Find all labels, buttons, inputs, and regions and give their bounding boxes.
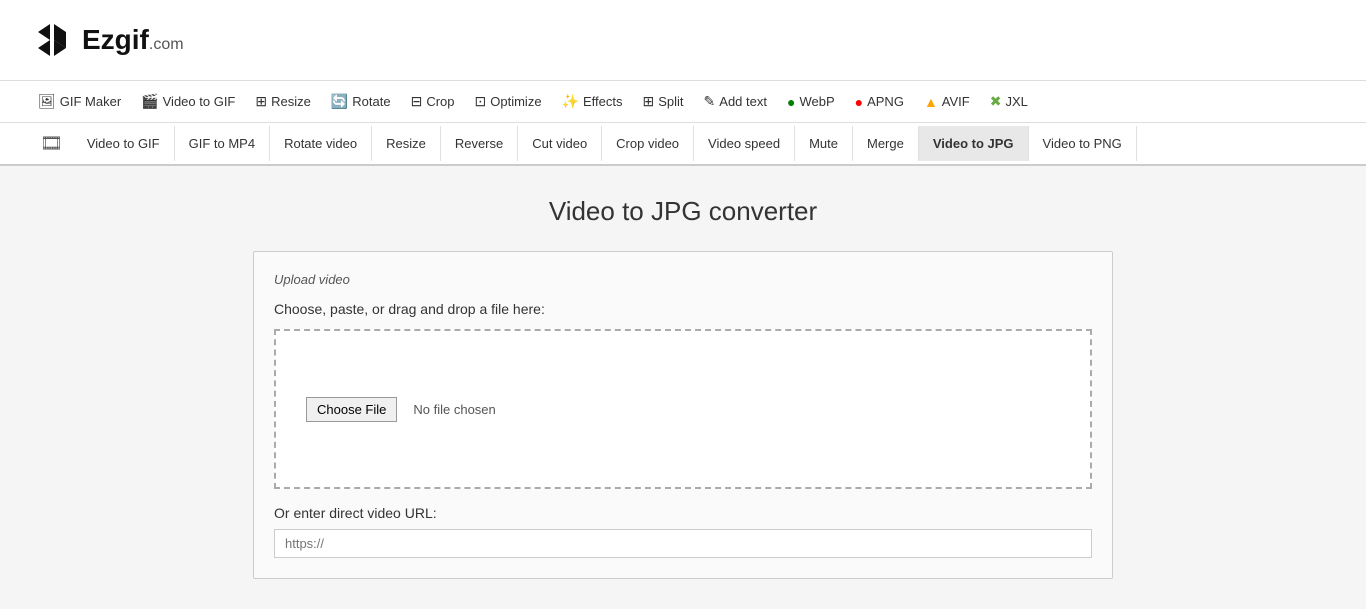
nav-gif-maker[interactable]: 🖼 GIF Maker (30, 89, 129, 114)
film-icon: 🎞 (30, 123, 73, 164)
no-file-text: No file chosen (413, 402, 495, 417)
subnav-merge[interactable]: Merge (853, 126, 919, 161)
effects-icon: ✨ (562, 93, 579, 110)
subnav-video-to-gif[interactable]: Video to GIF (73, 126, 175, 161)
subnav-mute[interactable]: Mute (795, 126, 853, 161)
apng-icon: ● (855, 94, 863, 110)
logo-text: Ezgif.com (82, 24, 184, 56)
subnav-resize[interactable]: Resize (372, 126, 441, 161)
nav-crop[interactable]: ⊟ Crop (403, 89, 463, 114)
video-to-gif-icon: 🎬 (141, 93, 158, 110)
subnav-rotate-video[interactable]: Rotate video (270, 126, 372, 161)
url-label: Or enter direct video URL: (274, 505, 1092, 521)
nav-apng[interactable]: ● APNG (847, 90, 912, 114)
header: Ezgif.com (0, 0, 1366, 81)
webp-icon: ● (787, 94, 795, 110)
split-icon: ⊞ (643, 93, 655, 110)
subnav-video-to-jpg[interactable]: Video to JPG (919, 126, 1029, 161)
nav-split[interactable]: ⊞ Split (635, 89, 692, 114)
logo-area: Ezgif.com (30, 18, 1336, 62)
nav-webp[interactable]: ● WebP (779, 90, 843, 114)
gif-maker-icon: 🖼 (38, 93, 56, 110)
file-input-label[interactable]: Choose File No file chosen (306, 397, 496, 422)
main-content: Video to JPG converter Upload video Choo… (233, 196, 1133, 579)
subnav-gif-to-mp4[interactable]: GIF to MP4 (175, 126, 270, 161)
resize-icon: ⊞ (255, 93, 267, 110)
add-text-icon: ✎ (704, 93, 716, 110)
crop-icon: ⊟ (411, 93, 423, 110)
subnav-video-speed[interactable]: Video speed (694, 126, 795, 161)
subnav-video-to-png[interactable]: Video to PNG (1029, 126, 1137, 161)
jxl-icon: ✖ (990, 93, 1002, 110)
upload-box-title: Upload video (274, 272, 1092, 287)
drop-area[interactable]: Choose File No file chosen (274, 329, 1092, 489)
optimize-icon: ⊡ (475, 93, 487, 110)
nav-effects[interactable]: ✨ Effects (554, 89, 631, 114)
subnav-crop-video[interactable]: Crop video (602, 126, 694, 161)
subnav-cut-video[interactable]: Cut video (518, 126, 602, 161)
choose-file-button[interactable]: Choose File (306, 397, 397, 422)
nav-avif[interactable]: ▲ AVIF (916, 90, 978, 114)
avif-icon: ▲ (924, 94, 938, 110)
nav-video-to-gif[interactable]: 🎬 Video to GIF (133, 89, 243, 114)
sub-nav: 🎞 Video to GIF GIF to MP4 Rotate video R… (0, 123, 1366, 166)
logo-icon (30, 18, 74, 62)
nav-add-text[interactable]: ✎ Add text (696, 89, 775, 114)
nav-jxl[interactable]: ✖ JXL (982, 89, 1036, 114)
subnav-reverse[interactable]: Reverse (441, 126, 518, 161)
nav-optimize[interactable]: ⊡ Optimize (467, 89, 550, 114)
nav-rotate[interactable]: 🔄 Rotate (323, 89, 399, 114)
top-nav: 🖼 GIF Maker 🎬 Video to GIF ⊞ Resize 🔄 Ro… (0, 81, 1366, 123)
upload-box: Upload video Choose, paste, or drag and … (253, 251, 1113, 579)
nav-resize[interactable]: ⊞ Resize (247, 89, 318, 114)
page-title: Video to JPG converter (253, 196, 1113, 227)
upload-instruction: Choose, paste, or drag and drop a file h… (274, 301, 1092, 317)
rotate-icon: 🔄 (331, 93, 348, 110)
url-input[interactable] (274, 529, 1092, 558)
